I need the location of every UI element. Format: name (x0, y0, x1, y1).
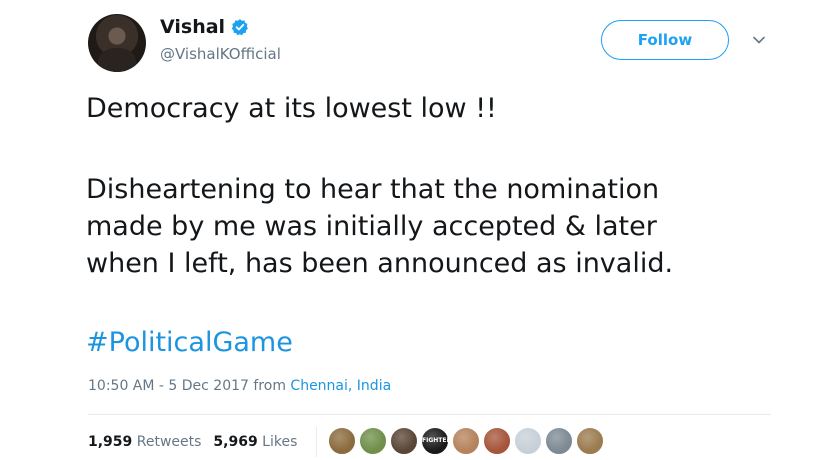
liker-avatar-7[interactable] (514, 427, 542, 455)
liker-avatar-fighter[interactable]: FIGHTER (421, 427, 449, 455)
likes-count: 5,969 (213, 434, 258, 450)
liker-avatar-8[interactable] (545, 427, 573, 455)
liker-avatar-6[interactable] (483, 427, 511, 455)
liker-avatars: FIGHTER (328, 427, 607, 455)
tweet-text-line1: Democracy at its lowest low !! (86, 93, 497, 124)
verified-badge-icon (231, 19, 249, 36)
follow-button[interactable]: Follow (601, 20, 729, 60)
tweet-text-line: when I left, has been announced as inval… (86, 248, 674, 279)
retweets-stat[interactable]: 1,959 Retweets (88, 434, 201, 450)
likes-label: Likes (262, 434, 298, 450)
tweet-text-line: Disheartening to hear that the nominatio… (86, 174, 660, 205)
tweet-text-line: made by me was initially accepted & late… (86, 211, 657, 242)
author-display-name[interactable]: Vishal (160, 16, 225, 38)
chevron-down-icon[interactable] (752, 33, 766, 47)
author-name-row: Vishal (160, 16, 249, 38)
divider (88, 414, 771, 415)
liker-avatar-5[interactable] (452, 427, 480, 455)
tweet-timestamp[interactable]: 10:50 AM - 5 Dec 2017 from (88, 378, 290, 394)
engagement-stats: 1,959 Retweets 5,969 Likes (88, 434, 309, 450)
author-avatar[interactable] (88, 14, 146, 72)
author-handle[interactable]: @VishalKOfficial (160, 45, 281, 63)
liker-avatar-9[interactable] (576, 427, 604, 455)
liker-avatar-3[interactable] (390, 427, 418, 455)
liker-avatar-text: FIGHTER (422, 437, 449, 444)
likes-stat[interactable]: 5,969 Likes (213, 434, 297, 450)
stats-separator (316, 427, 317, 457)
liker-avatar-2[interactable] (359, 427, 387, 455)
hashtag-link[interactable]: #PoliticalGame (86, 324, 293, 361)
tweet-metadata: 10:50 AM - 5 Dec 2017 from Chennai, Indi… (88, 378, 391, 394)
tweet-text-paragraph2: Disheartening to hear that the nominatio… (86, 171, 786, 282)
location-link[interactable]: Chennai, India (290, 378, 391, 394)
retweets-count: 1,959 (88, 434, 133, 450)
retweets-label: Retweets (136, 434, 202, 450)
liker-avatar-1[interactable] (328, 427, 356, 455)
